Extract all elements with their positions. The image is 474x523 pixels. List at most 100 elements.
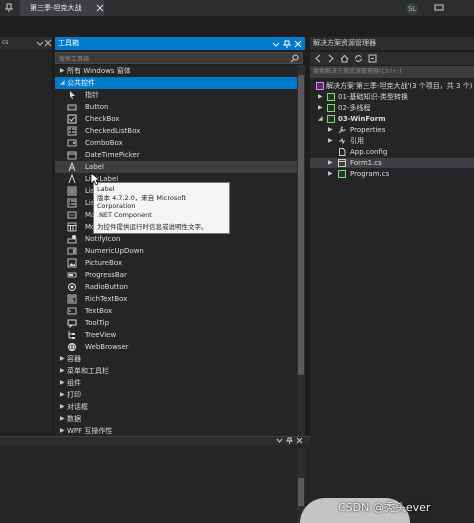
item-label: Button	[85, 103, 109, 111]
expand-arrow-icon[interactable]: ▶	[60, 425, 65, 436]
toolbox-category[interactable]: ▶ 容器	[55, 353, 297, 365]
home-icon[interactable]	[340, 54, 349, 63]
toolbox-item[interactable]: PictureBox	[55, 257, 297, 269]
close-icon[interactable]	[296, 437, 303, 444]
expand-arrow-icon[interactable]: ▶	[60, 377, 65, 389]
item-label: TreeView	[85, 331, 117, 339]
category-label: 数据	[67, 415, 81, 423]
solution-explorer-search-input[interactable]: 搜索解决方案资源管理器(Ctrl+;)	[310, 66, 474, 78]
tooltip-framework: .NET Component	[97, 210, 152, 219]
toolbox-item[interactable]: 指针	[55, 89, 297, 101]
collapse-all-icon[interactable]	[368, 54, 377, 63]
tree-item-solution[interactable]: 解决方案'第三季-坦克大战'(3 个项目，共 3 个)	[310, 81, 474, 91]
expand-arrow-icon[interactable]: ▶	[60, 353, 65, 365]
csdn-watermark: CSDN @秃头ever	[338, 499, 430, 515]
toolbox-item[interactable]: CheckedListBox	[55, 125, 297, 137]
expand-arrow-icon[interactable]: ▶	[328, 158, 333, 168]
toolbox-scrollbar-thumb[interactable]	[298, 75, 304, 375]
notifyicon-icon	[67, 234, 77, 244]
toolbox-category[interactable]: ▶ 所有 Windows 窗体	[55, 65, 297, 77]
pin-icon[interactable]	[286, 437, 293, 444]
dropdown-icon[interactable]	[276, 437, 283, 444]
tree-item-project[interactable]: ▶ 01-基础知识-类型转换	[310, 92, 474, 102]
toolbox-item[interactable]: ComboBox	[55, 137, 297, 149]
tree-item[interactable]: ▶ 引用	[310, 136, 474, 146]
document-tab-title: 第三季-坦克大战	[30, 4, 82, 12]
close-icon[interactable]	[294, 40, 302, 48]
toolbox-category[interactable]: ▶ 菜单和工具栏	[55, 365, 297, 377]
category-label: 组件	[67, 379, 81, 387]
webbrowser-icon	[67, 342, 77, 352]
item-tooltip: Label 版本 4.7.2.0，来自 Microsoft Corporatio…	[93, 182, 230, 234]
csharp-project-icon	[327, 104, 335, 112]
toolbox-item[interactable]: NumericUpDown	[55, 245, 297, 257]
left-panel-label: cs	[2, 39, 9, 46]
tree-item-project[interactable]: ▶ 02-多线程	[310, 103, 474, 113]
close-icon[interactable]	[96, 4, 104, 12]
collapse-arrow-icon[interactable]: ◢	[318, 114, 323, 124]
toolbox-category[interactable]: ▶ 数据	[55, 413, 297, 425]
forward-icon[interactable]	[326, 54, 335, 63]
expand-arrow-icon[interactable]: ▶	[318, 92, 323, 102]
csharp-project-icon	[327, 93, 335, 101]
toolbox-menu-icon[interactable]	[272, 40, 280, 48]
search-icon[interactable]	[290, 54, 299, 63]
toolbox-category[interactable]: ▶ 对话框	[55, 401, 297, 413]
mouse-cursor-icon	[90, 172, 100, 186]
toolbox-item[interactable]: TextBox	[55, 305, 297, 317]
expand-arrow-icon[interactable]: ▶	[328, 136, 333, 146]
dropdown-icon[interactable]	[36, 39, 44, 47]
expand-arrow-icon[interactable]: ▶	[328, 125, 333, 135]
toolbox-item[interactable]: ToolTip	[55, 317, 297, 329]
toolbox-search-input[interactable]: 搜索工具箱	[55, 52, 303, 64]
tree-item[interactable]: App.config	[310, 147, 474, 157]
expand-arrow-icon[interactable]: ▶	[60, 401, 65, 413]
expand-arrow-icon[interactable]: ▶	[328, 169, 333, 179]
toolbox-item[interactable]: Button	[55, 101, 297, 113]
toolbox-item[interactable]: NotifyIcon	[55, 233, 297, 245]
expand-arrow-icon[interactable]: ▶	[60, 413, 65, 425]
category-label: 打印	[67, 391, 81, 399]
toolbox-title: 工具箱	[58, 39, 79, 47]
expand-arrow-icon[interactable]: ▶	[60, 365, 65, 377]
user-avatar[interactable]: SL	[406, 3, 418, 15]
watermark-suffix: ever	[405, 501, 431, 514]
toolbox-item[interactable]: TreeView	[55, 329, 297, 341]
feedback-icon[interactable]	[434, 4, 444, 12]
pin-icon[interactable]	[283, 40, 291, 48]
close-icon[interactable]	[44, 39, 52, 47]
tree-item[interactable]: ▶ Program.cs	[310, 169, 474, 179]
output-scrollbar-thumb[interactable]	[298, 478, 304, 506]
listview-icon	[67, 198, 77, 208]
expand-arrow-icon[interactable]: ▶	[318, 103, 323, 113]
collapse-arrow-icon[interactable]: ◢	[60, 77, 65, 89]
toolbox-item[interactable]: DateTimePicker	[55, 149, 297, 161]
expand-arrow-icon[interactable]: ▶	[60, 65, 65, 77]
tree-item-label: 02-多线程	[338, 104, 371, 112]
toolbox-category[interactable]: ▶ WPF 互操作性	[55, 425, 297, 436]
solution-explorer-search-placeholder: 搜索解决方案资源管理器(Ctrl+;)	[313, 68, 402, 75]
monthcalendar-icon	[67, 222, 77, 232]
toolbox-item[interactable]: CheckBox	[55, 113, 297, 125]
toolbox-item[interactable]: RadioButton	[55, 281, 297, 293]
toolbox-item[interactable]: RichTextBox	[55, 293, 297, 305]
expand-arrow-icon[interactable]: ▶	[60, 389, 65, 401]
pin-icon[interactable]	[4, 3, 14, 13]
sync-icon[interactable]	[354, 54, 363, 63]
toolbox-category[interactable]: ▶ 组件	[55, 377, 297, 389]
back-icon[interactable]	[314, 54, 323, 63]
toolbox-category[interactable]: ▶ 打印	[55, 389, 297, 401]
tree-item-project[interactable]: ◢ 03-WinForm	[310, 114, 474, 124]
tree-item-selected[interactable]: ▶ Form1.cs	[310, 158, 474, 168]
toolbox-item[interactable]: WebBrowser	[55, 341, 297, 353]
button-icon	[67, 102, 77, 112]
category-label: 所有 Windows 窗体	[67, 67, 131, 75]
item-label: RichTextBox	[85, 295, 128, 303]
document-tab[interactable]: 第三季-坦克大战	[20, 0, 104, 16]
item-label: CheckedListBox	[85, 127, 141, 135]
item-label: ProgressBar	[85, 271, 127, 279]
item-label: 指针	[85, 91, 99, 99]
toolbox-item[interactable]: ProgressBar	[55, 269, 297, 281]
toolbox-category-selected[interactable]: ◢ 公共控件	[55, 77, 297, 89]
tree-item[interactable]: ▶ Properties	[310, 125, 474, 135]
